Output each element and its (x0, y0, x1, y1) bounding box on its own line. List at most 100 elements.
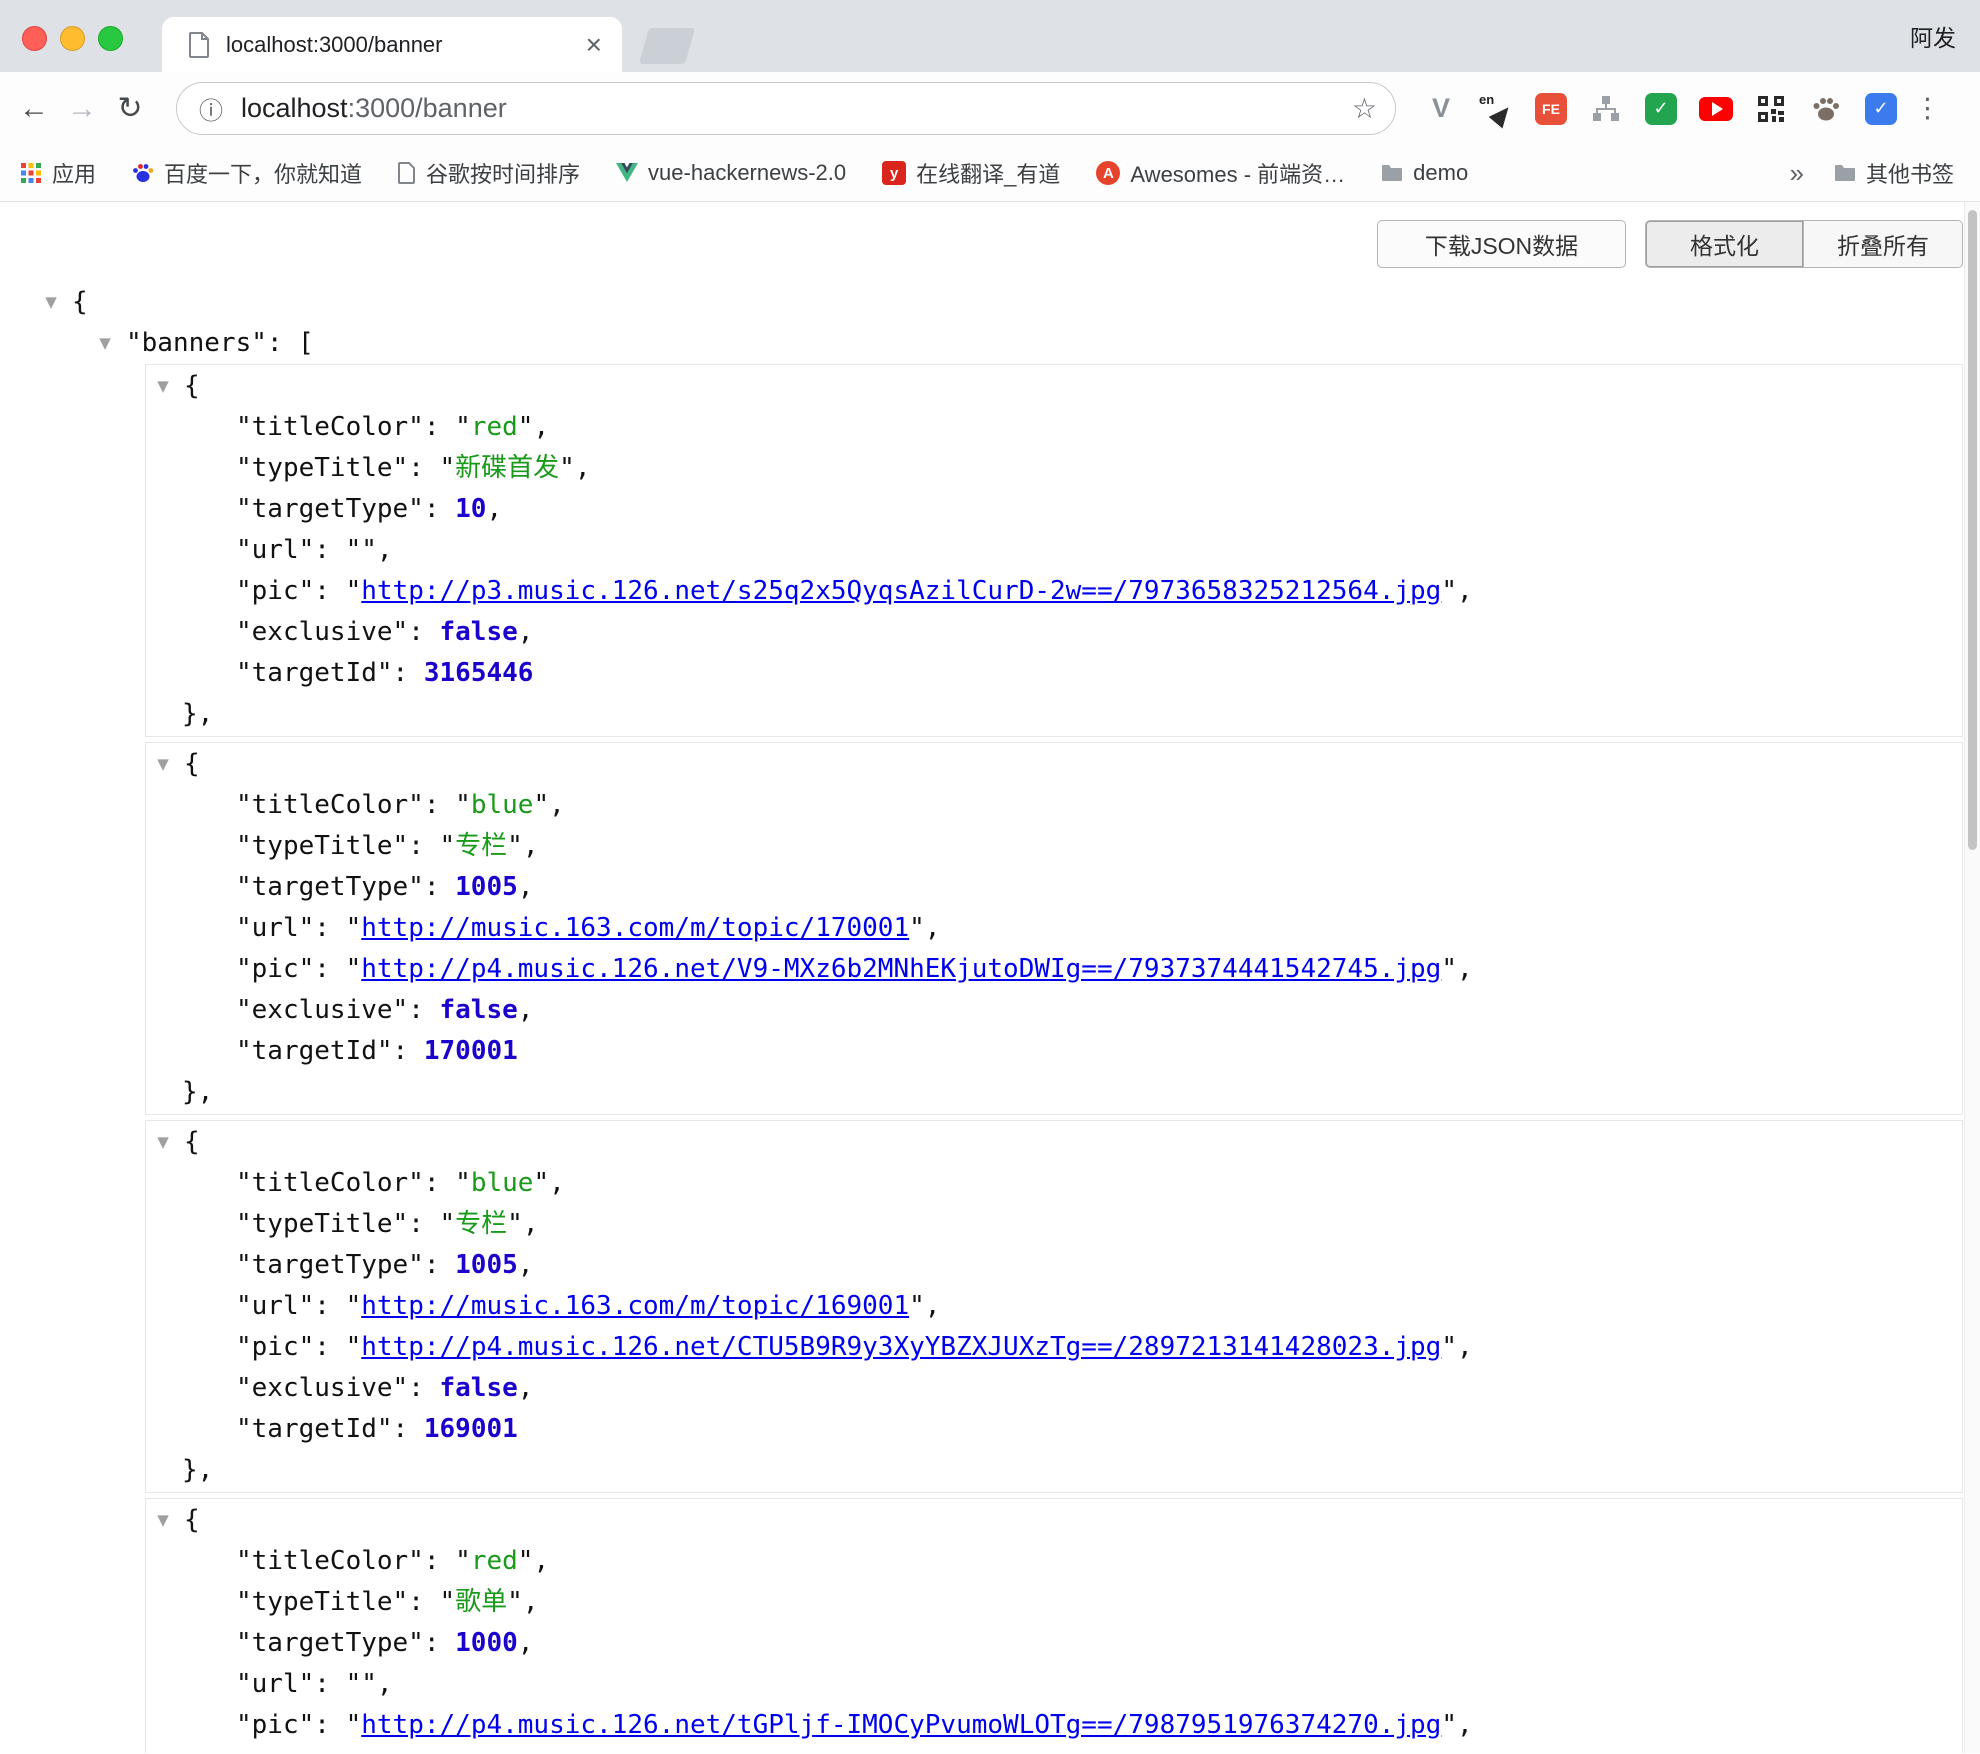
reload-button[interactable]: ↻ (106, 91, 154, 126)
json-property: "typeTitle": "专栏", (146, 1204, 1962, 1245)
fullscreen-window-button[interactable] (98, 26, 123, 51)
page-info-icon[interactable]: ⓘ (199, 91, 223, 126)
close-window-button[interactable] (22, 26, 47, 51)
paw-extension-icon[interactable] (1807, 90, 1845, 128)
json-object-open-line: ▼ { (146, 366, 1962, 407)
fehelper-extension-icon[interactable]: FE (1532, 90, 1570, 128)
profile-name[interactable]: 阿发 (1910, 0, 1956, 72)
v-extension-icon[interactable]: V (1422, 90, 1460, 128)
collapse-toggle-icon[interactable]: ▼ (90, 323, 120, 364)
bookmark-other-bookmarks[interactable]: 其他书签 (1834, 157, 1954, 189)
json-property: "pic": "http://p3.music.126.net/s25q2x5Q… (146, 571, 1962, 612)
json-url-link[interactable]: http://music.163.com/m/topic/169001 (361, 1286, 909, 1327)
json-url-link[interactable]: http://music.163.com/m/topic/170001 (361, 908, 909, 949)
json-toolbar: 下载JSON数据 格式化 折叠所有 (1377, 220, 1963, 268)
json-url-link[interactable]: http://p4.music.126.net/CTU5B9R9y3XyYBZX… (361, 1327, 1441, 1368)
new-tab-button[interactable] (639, 28, 695, 64)
page-favicon-icon (188, 32, 210, 58)
tab-title: localhost:3000/banner (226, 32, 586, 58)
baidu-paw-icon (132, 162, 154, 184)
youtube-extension-icon[interactable] (1697, 90, 1735, 128)
url-host: localhost (241, 93, 348, 123)
json-property: "titleColor": "red", (146, 407, 1962, 448)
json-property: "targetId": 169001 (146, 1409, 1962, 1450)
awesomes-icon: A (1096, 161, 1120, 185)
download-json-button[interactable]: 下载JSON数据 (1377, 220, 1626, 268)
json-object-open-line: ▼ { (146, 744, 1962, 785)
json-property: "exclusive": false, (146, 990, 1962, 1031)
collapse-toggle-icon[interactable]: ▼ (148, 1122, 178, 1163)
json-object-open-line: ▼ { (146, 1500, 1962, 1541)
window-controls (22, 26, 123, 51)
json-object-block: ▼ { "titleColor": "red","typeTitle": "新碟… (145, 364, 1963, 737)
json-property: "url": "", (146, 1664, 1962, 1705)
youdao-icon: y (882, 161, 906, 185)
json-property: "titleColor": "blue", (146, 1163, 1962, 1204)
chrome-menu-icon[interactable]: ⋮ (1914, 93, 1941, 124)
bookmark-awesomes[interactable]: A Awesomes - 前端资… (1096, 157, 1345, 189)
collapse-toggle-icon[interactable]: ▼ (148, 1500, 178, 1541)
json-url-link[interactable]: http://p4.music.126.net/V9-MXz6b2MNhEKju… (361, 949, 1441, 990)
scrollbar-thumb[interactable] (1968, 210, 1977, 850)
vue-logo-icon (616, 163, 638, 183)
sitemap-extension-icon[interactable] (1587, 90, 1625, 128)
json-url-link[interactable]: http://p3.music.126.net/s25q2x5QyqsAzilC… (361, 571, 1441, 612)
collapse-toggle-icon[interactable]: ▼ (36, 282, 66, 323)
json-property: "url": "", (146, 530, 1962, 571)
back-button[interactable]: ← (10, 92, 58, 126)
forward-button[interactable]: → (58, 92, 106, 126)
green-shield-extension-icon[interactable]: ✓ (1642, 90, 1680, 128)
bookmark-youdao[interactable]: y 在线翻译_有道 (882, 157, 1060, 189)
json-property: "url": "http://music.163.com/m/topic/169… (146, 1286, 1962, 1327)
json-property: "exclusive": false, (146, 1368, 1962, 1409)
collapse-toggle-icon[interactable]: ▼ (148, 366, 178, 407)
blue-shield-extension-icon[interactable]: ✓ (1862, 90, 1900, 128)
browser-toolbar: ← → ↻ ⓘ localhost:3000/banner ☆ V en FE … (0, 72, 1980, 145)
json-root-line: ▼ { (36, 282, 1980, 323)
json-object-close-line: }, (146, 1072, 1962, 1113)
folder-icon (1834, 164, 1856, 182)
minimize-window-button[interactable] (60, 26, 85, 51)
json-property: "titleColor": "blue", (146, 785, 1962, 826)
bookmark-google-sort[interactable]: 谷歌按时间排序 (398, 157, 580, 189)
url-text[interactable]: localhost:3000/banner (241, 93, 1352, 124)
document-icon (398, 162, 416, 184)
translate-extension-icon[interactable]: en (1477, 90, 1515, 128)
json-property: "pic": "http://p4.music.126.net/tGPljf-I… (146, 1705, 1962, 1746)
json-url-link[interactable]: http://p4.music.126.net/tGPljf-IMOCyPvum… (361, 1705, 1441, 1746)
json-banners-line: ▼ "banners": [ (90, 323, 1980, 364)
bookmarks-bar: 应用 百度一下，你就知道 谷歌按时间排序 vue-hackernews-2.0 … (0, 145, 1980, 202)
json-property: "targetId": 170001 (146, 1031, 1962, 1072)
json-property: "typeTitle": "歌单", (146, 1582, 1962, 1623)
json-property: "targetType": 1000, (146, 1623, 1962, 1664)
json-property: "pic": "http://p4.music.126.net/CTU5B9R9… (146, 1327, 1962, 1368)
json-property: "pic": "http://p4.music.126.net/V9-MXz6b… (146, 949, 1962, 990)
json-property: "targetId": 3165446 (146, 653, 1962, 694)
tab-bar: localhost:3000/banner × 阿发 (0, 0, 1980, 72)
collapse-all-button[interactable]: 折叠所有 (1804, 220, 1963, 268)
bookmark-folder-demo[interactable]: demo (1381, 160, 1468, 186)
tab-close-icon[interactable]: × (586, 31, 602, 59)
bookmark-baidu[interactable]: 百度一下，你就知道 (132, 157, 362, 189)
bookmarks-overflow-chevron[interactable]: » (1790, 158, 1804, 189)
qr-code-extension-icon[interactable] (1752, 90, 1790, 128)
vertical-scrollbar[interactable] (1964, 202, 1980, 1753)
apps-grid-icon (20, 162, 42, 184)
json-object-block: ▼ { "titleColor": "blue","typeTitle": "专… (145, 742, 1963, 1115)
json-banner-list: ▼ { "titleColor": "red","typeTitle": "新碟… (0, 364, 1980, 1753)
format-button[interactable]: 格式化 (1645, 220, 1804, 268)
collapse-toggle-icon[interactable]: ▼ (148, 744, 178, 785)
json-property: "typeTitle": "新碟首发", (146, 448, 1962, 489)
bookmark-star-icon[interactable]: ☆ (1352, 92, 1377, 125)
folder-icon (1381, 164, 1403, 182)
json-object-close-line: }, (146, 1450, 1962, 1491)
json-object-block: ▼ { "titleColor": "red","typeTitle": "歌单… (145, 1498, 1963, 1753)
browser-tab[interactable]: localhost:3000/banner × (162, 17, 622, 72)
json-property: "typeTitle": "专栏", (146, 826, 1962, 867)
bookmark-vue-hackernews[interactable]: vue-hackernews-2.0 (616, 160, 846, 186)
url-path: :3000/banner (348, 93, 507, 123)
address-bar[interactable]: ⓘ localhost:3000/banner ☆ (176, 82, 1396, 135)
bookmark-apps[interactable]: 应用 (20, 157, 96, 189)
json-object-close-line: }, (146, 694, 1962, 735)
json-property: "targetType": 1005, (146, 1245, 1962, 1286)
